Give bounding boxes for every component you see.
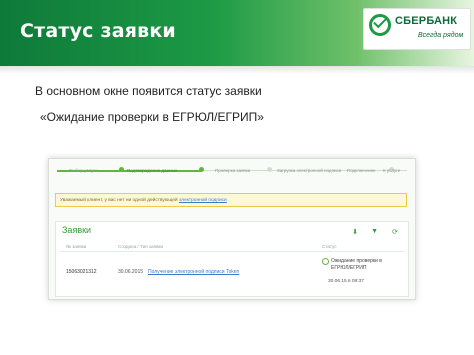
step-label: Подключение (347, 168, 376, 173)
step-dot-1 (119, 167, 124, 172)
notice-text: Уважаемый клиент, у вас нет ни одной дей… (60, 198, 179, 203)
row-status-time: 30.06.15 в 08:37 (328, 279, 364, 284)
status-pending-icon (322, 258, 329, 265)
instruction-text: В основном окне появится статус заявки (35, 84, 262, 98)
progress-steps: Выбор услуги Подтверждение данных Провер… (49, 159, 415, 183)
sberbank-logo: СБЕРБАНК Всегда рядом (363, 8, 471, 50)
step-dot-2 (199, 167, 204, 172)
step-label: Загрузка электронной подписи (277, 168, 342, 173)
logo-tagline: Всегда рядом (418, 32, 464, 39)
slide-title: Статус заявки (20, 20, 176, 42)
logo-name: СБЕРБАНК (395, 15, 458, 27)
column-header-status: Статус (322, 244, 337, 249)
step-label: Выбор услуги (69, 168, 98, 173)
app-screenshot: Выбор услуги Подтверждение данных Провер… (48, 158, 416, 300)
download-icon[interactable]: ⬇ (352, 228, 358, 236)
row-date: 30.06.2015 (118, 269, 144, 275)
notice-banner: Уважаемый клиент, у вас нет ни одной дей… (55, 193, 407, 207)
slide-header: Статус заявки СБЕРБАНК Всегда рядом (0, 0, 474, 66)
row-status: Ожидание проверки в ЕГРЮЛ/ЕГРИП (331, 258, 382, 271)
step-label: К услуге (383, 168, 401, 173)
step-dot-3 (267, 167, 272, 172)
row-request-id: 15063021312 (66, 269, 97, 275)
filter-icon[interactable]: ▼ (371, 228, 378, 235)
step-label: Проверка заявки (215, 168, 251, 173)
notice-link[interactable]: электронной подписи (179, 198, 227, 203)
step-label: Подтверждение данных (127, 168, 178, 173)
column-header-created: Создана / Тип заявки (118, 244, 164, 249)
column-header-id: № заявки (66, 244, 87, 249)
status-quote-text: «Ожидание проверки в ЕГРЮЛ/ЕГРИП» (40, 110, 264, 124)
row-request-type-link[interactable]: Получение электронной подписи Token (148, 269, 239, 275)
header-divider-line (60, 251, 404, 252)
requests-panel: Заявки ⬇ ▼ ⟳ № заявки Создана / Тип заяв… (55, 221, 409, 297)
refresh-icon[interactable]: ⟳ (392, 228, 398, 236)
header-divider (0, 66, 474, 74)
panel-title: Заявки (62, 225, 92, 235)
